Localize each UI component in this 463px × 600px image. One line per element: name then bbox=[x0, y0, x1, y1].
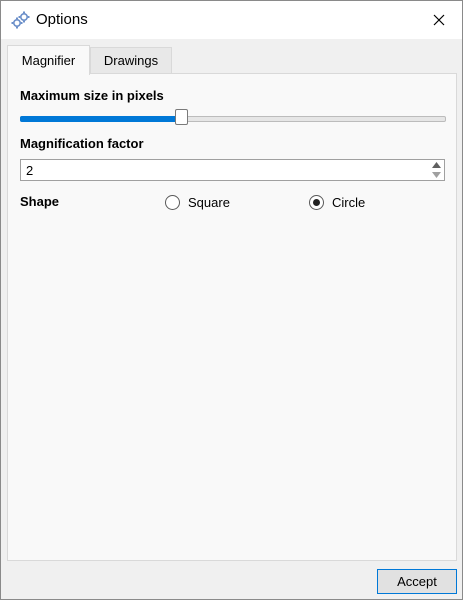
spin-up-button[interactable] bbox=[428, 160, 444, 170]
tab-magnifier[interactable]: Magnifier bbox=[7, 45, 90, 75]
magnification-factor-label: Magnification factor bbox=[20, 136, 144, 151]
tab-drawings-label: Drawings bbox=[103, 53, 159, 68]
square-radio-label: Square bbox=[188, 194, 230, 210]
spin-buttons bbox=[428, 160, 444, 180]
slider-fill bbox=[20, 116, 182, 122]
magnifier-panel: Maximum size in pixels Magnification fac… bbox=[7, 73, 457, 561]
close-icon bbox=[433, 14, 445, 26]
max-size-slider[interactable] bbox=[20, 108, 446, 128]
magnification-factor-spinbox[interactable]: 2 bbox=[20, 159, 445, 181]
window-title: Options bbox=[36, 11, 88, 28]
shape-square-option[interactable]: Square bbox=[165, 192, 230, 212]
shape-label: Shape bbox=[20, 194, 60, 209]
square-radio[interactable] bbox=[165, 194, 180, 210]
title-bar[interactable]: Options bbox=[1, 1, 462, 39]
tab-drawings[interactable]: Drawings bbox=[90, 47, 172, 74]
shape-circle-option[interactable]: Circle bbox=[309, 192, 365, 212]
max-size-label: Maximum size in pixels bbox=[20, 88, 164, 103]
spin-down-button[interactable] bbox=[428, 170, 444, 180]
gears-icon bbox=[10, 10, 32, 30]
tab-magnifier-label: Magnifier bbox=[21, 53, 76, 68]
chevron-up-icon bbox=[431, 162, 441, 168]
close-button[interactable] bbox=[416, 1, 462, 39]
circle-radio[interactable] bbox=[309, 194, 324, 210]
slider-thumb[interactable] bbox=[175, 109, 188, 125]
magnification-factor-value[interactable]: 2 bbox=[26, 163, 33, 178]
accept-button[interactable]: Accept bbox=[377, 569, 457, 594]
options-dialog: Options Magnifier Drawings Maximum size … bbox=[0, 0, 463, 600]
chevron-down-icon bbox=[431, 172, 441, 178]
circle-radio-label: Circle bbox=[332, 194, 366, 210]
